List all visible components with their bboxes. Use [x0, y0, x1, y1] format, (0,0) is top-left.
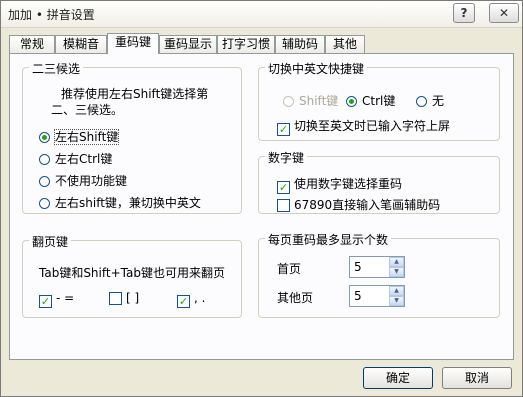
spinner-buttons: ▲ ▼ [389, 257, 404, 277]
checkbox-indicator[interactable]: ✓ [277, 181, 290, 194]
ok-button[interactable]: 确定 [363, 367, 433, 389]
description-line: 二、三候选。 [51, 103, 124, 117]
radio-label: Ctrl键 [362, 94, 396, 108]
other-page-value[interactable]: 5 [354, 289, 362, 303]
group-title: 二三候选 [29, 60, 84, 77]
radio-shift-toggle[interactable]: 左右shift键，兼切换中英文 [39, 194, 201, 211]
radio-switch-shift: Shift键 [283, 92, 338, 109]
tab-other[interactable]: 其他 [325, 35, 365, 53]
checkbox-label: 67890直接输入笔画辅助码 [294, 198, 441, 212]
checkbox-label: 切换至英文时已输入字符上屏 [294, 119, 451, 133]
radio-ctrl[interactable]: 左右Ctrl键 [39, 150, 112, 167]
tab-auxiliary-code[interactable]: 辅助码 [275, 35, 325, 53]
radio-switch-none[interactable]: 无 [416, 92, 444, 109]
group-title: 翻页键 [29, 233, 72, 250]
checkbox-label: [ ] [126, 291, 140, 305]
first-page-value[interactable]: 5 [354, 260, 362, 274]
radio-indicator[interactable] [39, 198, 50, 209]
checkbox-indicator[interactable]: ✓ [177, 295, 190, 308]
group-switch-hotkey: 切换中英文快捷键 Shift键 Ctrl键 无 ✓ 切换至英文时已输入字符上屏 [258, 60, 500, 141]
close-button[interactable]: ✕ [489, 3, 519, 23]
cancel-button[interactable]: 取消 [442, 367, 512, 389]
spin-up-icon[interactable]: ▲ [389, 286, 404, 296]
other-page-label: 其他页 [277, 291, 314, 305]
radio-indicator[interactable] [416, 96, 427, 107]
group-number-keys: 数字键 ✓ 使用数字键选择重码 67890直接输入笔画辅助码 [258, 149, 500, 214]
radio-label: 不使用功能键 [55, 174, 128, 188]
first-page-label: 首页 [277, 262, 302, 276]
radio-switch-ctrl[interactable]: Ctrl键 [346, 92, 395, 109]
tab-panel: 二三候选 推荐使用左右Shift键选择第 二、三候选。 左右Shift键 左右C… [9, 53, 514, 360]
checkbox-label: , . [194, 291, 206, 305]
settings-window: 加加 • 拼音设置 ? ✕ 常规 模糊音 重码键 重码显示 打字习惯 辅助码 其… [0, 0, 523, 397]
spin-down-icon[interactable]: ▼ [389, 267, 404, 277]
radio-indicator[interactable] [39, 132, 50, 143]
radio-label: 左右Ctrl键 [55, 152, 113, 166]
tab-bar: 常规 模糊音 重码键 重码显示 打字习惯 辅助码 其他 [9, 33, 514, 54]
tab-fuzzy[interactable]: 模糊音 [55, 35, 107, 53]
checkbox-minus-equals[interactable]: ✓ - = [39, 291, 74, 308]
description-line: 推荐使用左右Shift键选择第 [61, 87, 209, 101]
checkbox-label: - = [56, 291, 75, 305]
title-bar: 加加 • 拼音设置 ? ✕ [1, 1, 522, 28]
tab-typing-habits[interactable]: 打字习惯 [217, 35, 275, 53]
radio-indicator[interactable] [39, 154, 50, 165]
first-page-spinner[interactable]: 5 ▲ ▼ [349, 256, 405, 278]
tab-duplicate-display[interactable]: 重码显示 [159, 35, 217, 53]
checkbox-commit-on-switch[interactable]: ✓ 切换至英文时已输入字符上屏 [277, 117, 450, 136]
checkbox-indicator[interactable]: ✓ [277, 123, 290, 136]
other-page-spinner[interactable]: 5 ▲ ▼ [349, 285, 405, 307]
checkbox-label: 使用数字键选择重码 [294, 177, 403, 191]
page-keys-description: Tab键和Shift+Tab键也可用来翻页 [39, 266, 225, 280]
radio-label: 无 [432, 94, 445, 108]
checkbox-indicator[interactable] [109, 292, 122, 305]
radio-label: Shift键 [299, 94, 339, 108]
radio-no-function-key[interactable]: 不使用功能键 [39, 172, 127, 189]
checkbox-brackets[interactable]: [ ] [109, 291, 139, 305]
checkbox-comma-period[interactable]: ✓ , . [177, 291, 205, 308]
spin-down-icon[interactable]: ▼ [389, 296, 404, 306]
checkbox-number-select[interactable]: ✓ 使用数字键选择重码 [277, 175, 402, 194]
checkbox-indicator[interactable] [277, 199, 290, 212]
radio-indicator [283, 96, 294, 107]
radio-label: 左右shift键，兼切换中英文 [55, 196, 201, 210]
spinner-buttons: ▲ ▼ [389, 286, 404, 306]
spin-up-icon[interactable]: ▲ [389, 257, 404, 267]
group-max-per-page: 每页重码最多显示个数 首页 5 ▲ ▼ 其他页 5 ▲ ▼ [258, 231, 500, 318]
tab-duplicate-keys[interactable]: 重码键 [107, 33, 159, 54]
group-page-keys: 翻页键 Tab键和Shift+Tab键也可用来翻页 ✓ - = [ ] ✓ , . [22, 233, 242, 318]
group-title: 数字键 [265, 149, 308, 166]
radio-indicator[interactable] [39, 176, 50, 187]
checkbox-indicator[interactable]: ✓ [39, 295, 52, 308]
help-button[interactable]: ? [453, 3, 475, 23]
window-title: 加加 • 拼音设置 [8, 8, 95, 22]
tab-general[interactable]: 常规 [9, 35, 55, 53]
group-second-third-candidate: 二三候选 推荐使用左右Shift键选择第 二、三候选。 左右Shift键 左右C… [22, 60, 242, 214]
checkbox-stroke-code[interactable]: 67890直接输入笔画辅助码 [277, 196, 440, 213]
group-title: 每页重码最多显示个数 [265, 231, 392, 248]
group-title: 切换中英文快捷键 [265, 60, 368, 77]
radio-shift[interactable]: 左右Shift键 [39, 128, 120, 145]
radio-indicator[interactable] [346, 96, 357, 107]
radio-label: 左右Shift键 [53, 129, 120, 145]
